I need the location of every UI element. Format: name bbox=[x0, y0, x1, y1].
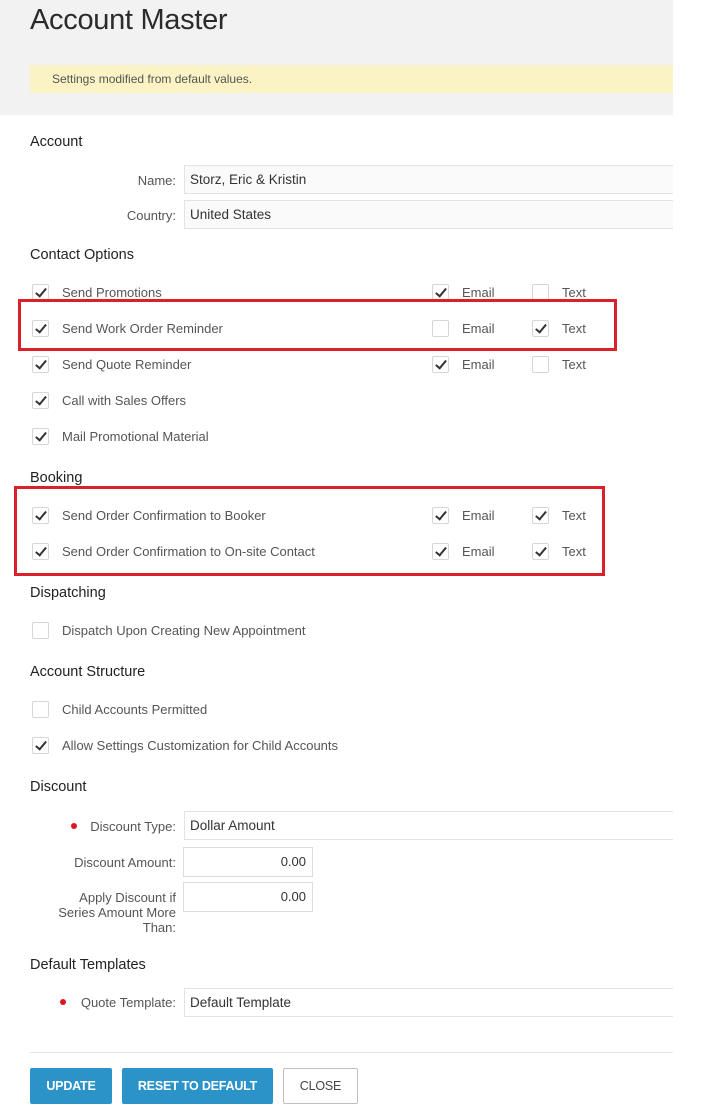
update-button[interactable]: UPDATE bbox=[30, 1068, 112, 1104]
send-quote-reminder-label: Send Quote Reminder bbox=[62, 357, 192, 372]
allow-settings-customization-label: Allow Settings Customization for Child A… bbox=[62, 738, 339, 753]
section-title-account: Account bbox=[30, 134, 83, 150]
send-promotions-label: Send Promotions bbox=[62, 285, 162, 300]
discount-type-label: Discount Type: bbox=[90, 819, 176, 834]
quote-template-select[interactable]: Default Template bbox=[184, 988, 673, 1017]
quote-reminder-text-checkbox[interactable] bbox=[532, 356, 549, 373]
child-accounts-permitted-label: Child Accounts Permitted bbox=[62, 702, 208, 717]
settings-modified-notice: Settings modified from default values. bbox=[30, 65, 673, 93]
mail-promotional-material-checkbox[interactable] bbox=[32, 428, 49, 445]
quote-reminder-email-checkbox[interactable] bbox=[432, 356, 449, 373]
country-label: Country: bbox=[126, 208, 176, 223]
section-title-account-structure: Account Structure bbox=[30, 664, 146, 680]
name-field[interactable]: Storz, Eric & Kristin bbox=[184, 165, 673, 194]
call-with-sales-offers-checkbox[interactable] bbox=[32, 392, 49, 409]
section-title-booking: Booking bbox=[30, 470, 83, 486]
dispatch-upon-creating-label: Dispatch Upon Creating New Appointment bbox=[62, 623, 306, 638]
text-label: Text bbox=[562, 285, 586, 300]
email-label: Email bbox=[462, 357, 495, 372]
apply-discount-label: Apply Discount if Series Amount More Tha… bbox=[58, 890, 176, 935]
apply-discount-threshold-input[interactable]: 0.00 bbox=[183, 882, 313, 912]
discount-amount-label: Discount Amount: bbox=[74, 855, 176, 870]
section-title-contact-options: Contact Options bbox=[30, 247, 134, 263]
name-label: Name: bbox=[137, 173, 176, 188]
reset-to-default-button[interactable]: RESET TO DEFAULT bbox=[122, 1068, 273, 1104]
page-header: Account Master Settings modified from de… bbox=[0, 0, 673, 115]
country-field[interactable]: United States bbox=[184, 200, 673, 229]
dispatch-upon-creating-checkbox[interactable] bbox=[32, 622, 49, 639]
text-label: Text bbox=[562, 357, 586, 372]
page-title: Account Master bbox=[30, 4, 228, 36]
send-quote-reminder-checkbox[interactable] bbox=[32, 356, 49, 373]
allow-settings-customization-checkbox[interactable] bbox=[32, 737, 49, 754]
footer-divider bbox=[30, 1052, 673, 1053]
quote-template-label: Quote Template: bbox=[80, 995, 176, 1010]
discount-amount-input[interactable]: 0.00 bbox=[183, 847, 313, 877]
discount-type-select[interactable]: Dollar Amount bbox=[184, 811, 673, 840]
mail-promotional-material-label: Mail Promotional Material bbox=[62, 429, 209, 444]
section-title-discount: Discount bbox=[30, 779, 87, 795]
highlight-box-work-order-reminder bbox=[18, 299, 617, 351]
email-label: Email bbox=[462, 285, 495, 300]
call-with-sales-offers-label: Call with Sales Offers bbox=[62, 393, 187, 408]
child-accounts-permitted-checkbox[interactable] bbox=[32, 701, 49, 718]
section-title-default-templates: Default Templates bbox=[30, 957, 146, 973]
section-title-dispatching: Dispatching bbox=[30, 585, 106, 601]
close-button[interactable]: CLOSE bbox=[283, 1068, 358, 1104]
highlight-box-booking bbox=[14, 486, 605, 576]
